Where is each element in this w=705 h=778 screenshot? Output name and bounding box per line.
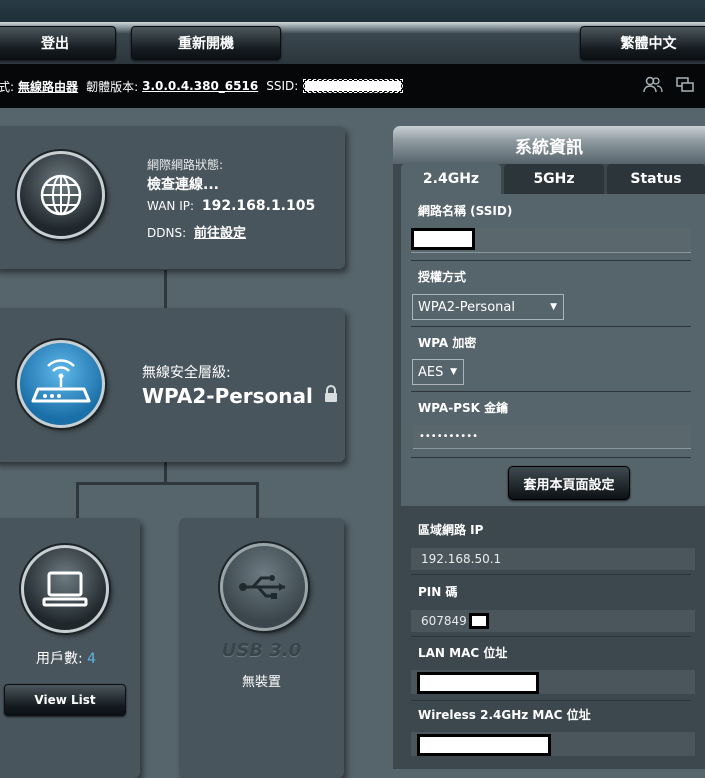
client-count-label: 用戶數: xyxy=(35,651,83,667)
lan-ip-label: 區域網路 IP xyxy=(418,523,484,537)
wan-ip-label: WAN IP: xyxy=(147,199,195,213)
pin-code-label: PIN 碼 xyxy=(418,585,458,599)
clients-panel[interactable]: 用戶數: 4 View List xyxy=(0,518,140,778)
ssid-label: SSID: xyxy=(266,79,299,93)
divider xyxy=(411,574,691,575)
wpa-encryption-label: WPA 加密 xyxy=(418,336,477,350)
globe-icon[interactable] xyxy=(17,151,105,239)
wireless-mac-label: Wireless 2.4GHz MAC 位址 xyxy=(418,708,591,722)
wireless-mac-field xyxy=(411,732,695,756)
security-level-value: WPA2-Personal xyxy=(142,384,313,408)
ddns-label: DDNS: xyxy=(147,226,187,240)
auth-method-value: WPA2-Personal xyxy=(418,299,515,315)
computer-icon[interactable] xyxy=(21,545,109,633)
ddns-row: DDNS: 前往設定 xyxy=(147,222,246,241)
usb-status: 無裝置 xyxy=(241,675,281,690)
lan-mac-field xyxy=(411,670,695,694)
wireless-settings-section: 網路名稱 (SSID) 授權方式 WPA2-Personal ▼ WPA 加密 … xyxy=(401,194,705,506)
tab-5ghz[interactable]: 5GHz xyxy=(504,164,604,194)
reboot-button[interactable]: 重新開機 xyxy=(131,26,281,60)
router-panel[interactable]: 無線安全層級: WPA2-Personal xyxy=(0,308,345,462)
apply-settings-button[interactable]: 套用本頁面設定 xyxy=(508,466,630,500)
dropdown-arrow-icon: ▼ xyxy=(550,302,557,312)
language-button[interactable]: 繁體中文 xyxy=(580,26,705,60)
usb-version-label: USB 3.0 xyxy=(221,640,302,661)
tab-2-4ghz[interactable]: 2.4GHz xyxy=(401,164,501,194)
lock-icon xyxy=(324,384,338,408)
wpa-psk-label: WPA-PSK 金鑰 xyxy=(418,401,509,415)
client-count-value: 4 xyxy=(87,651,97,667)
wan-ip-row: WAN IP: 192.168.1.105 xyxy=(147,198,315,214)
firmware-version-link[interactable]: 3.0.0.4.380_6516 xyxy=(142,79,258,93)
mode-prefix: 式: xyxy=(0,79,15,94)
view-list-button[interactable]: View List xyxy=(4,684,126,716)
users-icon[interactable] xyxy=(643,76,663,94)
wpa-encryption-select[interactable]: AES ▼ xyxy=(412,359,464,385)
wpa-encryption-value: AES xyxy=(418,364,444,380)
auth-method-select[interactable]: WPA2-Personal ▼ xyxy=(412,294,564,320)
tab-status[interactable]: Status xyxy=(607,164,705,194)
connector-line xyxy=(76,482,258,485)
connector-line xyxy=(256,482,259,518)
ddns-setup-link[interactable]: 前往設定 xyxy=(194,226,246,241)
system-info-panel: 系統資訊 2.4GHz 5GHz Status 網路名稱 (SSID) 授權方式… xyxy=(393,126,705,769)
lan-mac-label: LAN MAC 位址 xyxy=(418,646,508,660)
ssid-redacted[interactable] xyxy=(303,79,404,93)
info-bar: 式: 無線路由器 韌體版本: 3.0.0.4.380_6516 SSID: xyxy=(0,64,705,108)
security-level-label: 無線安全層級: xyxy=(142,365,231,381)
logout-button[interactable]: 登出 xyxy=(0,26,116,60)
lan-mac-redacted xyxy=(417,672,539,694)
divider xyxy=(411,260,691,261)
system-status-section: 區域網路 IP 192.168.50.1 PIN 碼 607849 LAN MA… xyxy=(401,506,705,769)
usb-panel[interactable]: USB 3.0 無裝置 xyxy=(179,518,344,778)
ssid-redacted-value xyxy=(411,228,475,250)
ssid-input[interactable] xyxy=(411,228,691,253)
internet-status-label: 網際網路狀態: xyxy=(147,158,224,172)
top-strip xyxy=(0,0,705,22)
wan-ip-value: 192.168.1.105 xyxy=(201,198,316,214)
operation-mode-link[interactable]: 無線路由器 xyxy=(18,78,78,95)
router-icon[interactable] xyxy=(17,340,105,428)
dropdown-arrow-icon: ▼ xyxy=(450,367,457,377)
apply-settings-label: 套用本頁面設定 xyxy=(523,477,615,493)
pin-redacted xyxy=(468,613,489,629)
pin-code-value: 607849 xyxy=(421,614,467,628)
copy-windows-icon[interactable] xyxy=(675,76,695,94)
divider xyxy=(411,636,691,637)
divider xyxy=(411,326,691,327)
firmware-label: 韌體版本: xyxy=(86,79,139,94)
usb-icon[interactable] xyxy=(220,543,308,631)
pin-code-field: 607849 xyxy=(411,610,695,632)
connector-line xyxy=(76,482,79,518)
divider xyxy=(411,391,691,392)
wireless-mac-redacted xyxy=(417,734,551,756)
system-info-title: 系統資訊 xyxy=(393,126,705,164)
divider xyxy=(411,457,691,458)
connector-line xyxy=(164,270,167,308)
internet-panel[interactable]: 網際網路狀態: 檢查連線... WAN IP: 192.168.1.105 DD… xyxy=(0,126,345,269)
view-list-label: View List xyxy=(34,693,96,707)
wpa-psk-input[interactable]: •••••••••• xyxy=(413,425,691,449)
internet-status-value: 檢查連線... xyxy=(147,177,219,193)
logout-label: 登出 xyxy=(41,36,69,52)
security-level-row: WPA2-Personal xyxy=(142,384,338,408)
language-label: 繁體中文 xyxy=(620,36,677,52)
reboot-label: 重新開機 xyxy=(178,36,234,52)
auth-method-label: 授權方式 xyxy=(418,270,467,284)
lan-ip-value: 192.168.50.1 xyxy=(411,548,695,570)
client-count-row: 用戶數: 4 xyxy=(0,648,140,668)
connector-line xyxy=(164,462,167,484)
ssid-field-label: 網路名稱 (SSID) xyxy=(418,204,513,218)
divider xyxy=(411,700,691,701)
